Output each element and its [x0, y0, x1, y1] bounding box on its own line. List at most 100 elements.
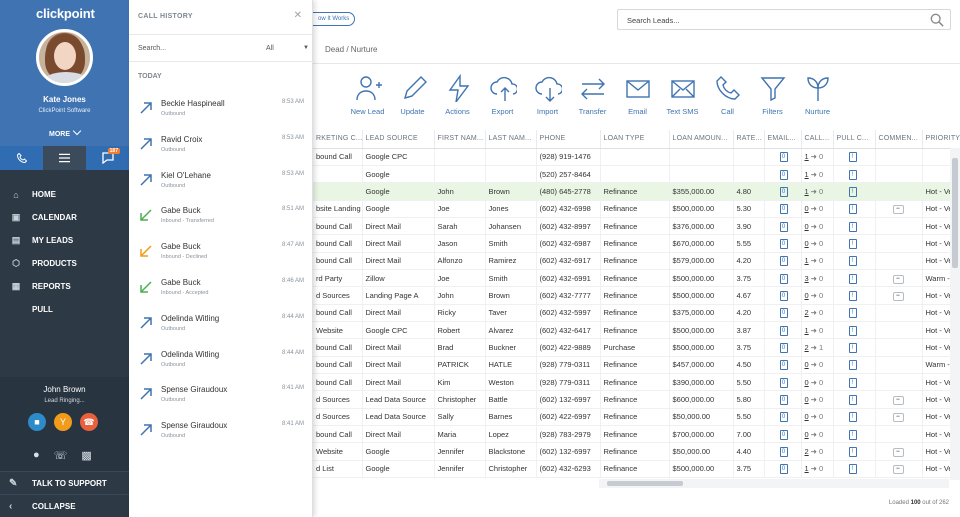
cell-comments[interactable] — [875, 165, 923, 184]
call-count[interactable]: 0 — [805, 395, 809, 404]
cell-phone[interactable]: (928) 779-0311 — [536, 356, 601, 374]
nav-calendar[interactable]: ▣ CALENDAR — [0, 206, 129, 229]
cell-email[interactable]: 0 — [764, 234, 802, 253]
pull-badge[interactable]: ! — [848, 377, 857, 388]
call-count[interactable]: 0 — [805, 412, 809, 421]
table-row[interactable]: Website Google Jennifer Blackstone (602) 132… — [313, 442, 960, 461]
column-header[interactable]: CALL... — [801, 130, 834, 149]
cell-calls[interactable]: 0 ➜ 0 — [801, 425, 834, 444]
cell-email[interactable]: 0 — [764, 200, 802, 218]
toolbar-transfer-button[interactable]: Transfer — [570, 74, 615, 116]
call-count[interactable]: 1 — [805, 256, 809, 265]
collapse-button[interactable]: ‹ COLLAPSE — [0, 494, 129, 517]
caret-down-icon[interactable]: ▼ — [303, 45, 309, 51]
cell-email[interactable]: 0 — [764, 356, 802, 374]
cell-pull[interactable]: ! — [833, 182, 876, 201]
email-count-badge[interactable]: 0 — [779, 169, 788, 180]
table-row[interactable]: rd Party Zillow Joe Smith (602) 432-6991 Refi… — [313, 269, 960, 288]
cell-comments[interactable] — [875, 373, 923, 392]
cell-comments[interactable]: •• — [875, 269, 923, 288]
pull-badge[interactable]: ! — [848, 290, 857, 301]
column-header[interactable]: RKETING C... — [313, 130, 363, 149]
call-count[interactable]: 0 — [805, 378, 809, 387]
cell-email[interactable]: 0 — [764, 217, 802, 236]
comment-icon[interactable]: •• — [892, 448, 904, 458]
cell-phone[interactable]: (602) 432-6987 — [536, 234, 601, 253]
email-count-badge[interactable]: 0 — [779, 342, 788, 353]
cell-comments[interactable]: •• — [875, 200, 923, 218]
comment-icon[interactable]: •• — [892, 465, 904, 475]
phone-transfer-icon[interactable]: ☏ — [54, 449, 68, 462]
email-count-badge[interactable]: 0 — [779, 325, 788, 336]
table-row[interactable]: d List Google Jennifer Christopher (602) 432… — [313, 460, 960, 479]
toolbar-update-button[interactable]: Update — [390, 74, 435, 116]
cell-pull[interactable]: ! — [833, 304, 876, 322]
email-count-badge[interactable]: 0 — [779, 204, 788, 215]
call-count[interactable]: 3 — [805, 274, 809, 283]
cell-email[interactable]: 0 — [764, 321, 802, 340]
cell-calls[interactable]: 0 ➜ 0 — [801, 408, 834, 427]
cell-email[interactable]: 0 — [764, 165, 802, 184]
cell-email[interactable]: 0 — [764, 182, 802, 201]
comment-icon[interactable]: •• — [892, 274, 904, 284]
cell-pull[interactable]: ! — [833, 286, 876, 305]
cell-pull[interactable]: ! — [833, 460, 876, 479]
pull-badge[interactable]: ! — [848, 342, 857, 353]
cell-pull[interactable]: ! — [833, 200, 876, 218]
cell-comments[interactable] — [875, 321, 923, 340]
cell-calls[interactable]: 0 ➜ 0 — [801, 373, 834, 392]
comment-icon[interactable]: •• — [892, 291, 904, 301]
cell-phone[interactable]: (602) 432-5997 — [536, 304, 601, 322]
cell-phone[interactable]: (602) 432-6917 — [536, 252, 601, 270]
merge-button[interactable]: Y — [54, 413, 72, 431]
pull-badge[interactable]: ! — [848, 308, 857, 319]
cell-comments[interactable] — [875, 234, 923, 253]
call-history-item[interactable]: Spense Giraudoux Outbound 8:41 AM — [129, 414, 313, 450]
column-header[interactable]: LOAN TYPE — [600, 130, 670, 149]
column-header[interactable]: LEAD SOURCE — [362, 130, 435, 149]
pull-badge[interactable]: ! — [848, 429, 857, 440]
cell-calls[interactable]: 1 ➜ 0 — [801, 252, 834, 270]
cell-comments[interactable] — [875, 338, 923, 357]
cell-email[interactable]: 0 — [764, 390, 802, 409]
call-count[interactable]: 0 — [805, 430, 809, 439]
call-history-item[interactable]: Odelinda Witling Outbound 8:44 AM — [129, 307, 313, 343]
cell-email[interactable]: 0 — [764, 338, 802, 357]
email-count-badge[interactable]: 0 — [779, 186, 788, 197]
column-header[interactable]: PRIORITY... — [922, 130, 960, 149]
cell-pull[interactable]: ! — [833, 234, 876, 253]
column-header[interactable]: PULL C... — [833, 130, 876, 149]
lead-search[interactable]: Search Leads... — [617, 9, 951, 30]
cell-phone[interactable]: (602) 432-6417 — [536, 321, 601, 340]
call-count[interactable]: 0 — [805, 291, 809, 300]
pull-badge[interactable]: ! — [848, 169, 857, 180]
cell-pull[interactable]: ! — [833, 269, 876, 288]
cell-comments[interactable] — [875, 252, 923, 270]
call-count[interactable]: 0 — [805, 239, 809, 248]
email-count-badge[interactable]: 0 — [779, 308, 788, 319]
cell-comments[interactable] — [875, 304, 923, 322]
call-history-item[interactable]: Gabe Buck Inbound - Accepted 8:46 AM — [129, 271, 313, 307]
email-count-badge[interactable]: 0 — [779, 377, 788, 388]
cell-pull[interactable]: ! — [833, 390, 876, 409]
cell-pull[interactable]: ! — [833, 321, 876, 340]
pull-badge[interactable]: ! — [848, 360, 857, 371]
talk-to-support-button[interactable]: ✎ TALK TO SUPPORT — [0, 471, 129, 494]
cell-phone[interactable]: (602) 432-6991 — [536, 269, 601, 288]
more-button[interactable]: MORE — [0, 126, 129, 138]
toolbar-import-button[interactable]: Import — [525, 74, 570, 116]
cell-comments[interactable] — [875, 217, 923, 236]
column-header[interactable]: FIRST NAM... — [434, 130, 486, 149]
cell-comments[interactable]: •• — [875, 390, 923, 409]
chat-button[interactable]: ■ — [28, 413, 46, 431]
cell-phone[interactable]: (602) 432-8997 — [536, 217, 601, 236]
table-row[interactable]: bound Call Direct Mail Brad Buckner (602) 42… — [313, 338, 960, 357]
cell-phone[interactable]: (602) 432-7777 — [536, 286, 601, 305]
cell-calls[interactable]: 1 ➜ 0 — [801, 460, 834, 479]
pull-badge[interactable]: ! — [848, 204, 857, 215]
cell-pull[interactable]: ! — [833, 356, 876, 374]
cell-calls[interactable]: 1 ➜ 0 — [801, 321, 834, 340]
cell-comments[interactable]: •• — [875, 408, 923, 427]
cell-calls[interactable]: 0 ➜ 0 — [801, 356, 834, 374]
table-row[interactable]: bound Call Direct Mail Jason Smith (602) 432… — [313, 234, 960, 253]
